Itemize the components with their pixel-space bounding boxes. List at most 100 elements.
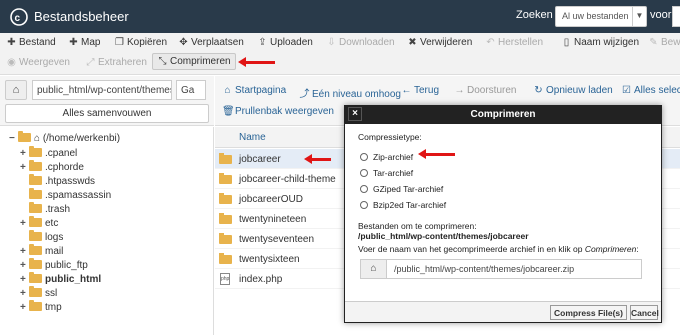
- view-trash-button[interactable]: 🗑Prullenbak weergeven: [222, 106, 334, 117]
- dialog-footer: Compress File(s) Cancel: [345, 301, 661, 322]
- reload-button[interactable]: ↻ Opnieuw laden: [533, 85, 612, 96]
- move-button[interactable]: ✥ Verplaatsen: [178, 37, 244, 48]
- path-input[interactable]: public_html/wp-content/themes/jobcareer: [32, 80, 172, 100]
- radio-tar-label: Tar-archief: [373, 168, 414, 178]
- expand-icon[interactable]: +: [20, 288, 29, 299]
- radio-icon[interactable]: [360, 185, 368, 193]
- folder-icon: [29, 160, 42, 171]
- expand-icon[interactable]: +: [20, 218, 29, 229]
- tree-item-label: public_html: [45, 274, 102, 285]
- tree-root[interactable]: − ⌂ (/home/werkenbi): [9, 131, 121, 147]
- radio-zip[interactable]: Zip-archief: [360, 152, 413, 162]
- tree-item[interactable]: .htpasswds: [29, 174, 96, 190]
- expand-icon[interactable]: +: [20, 260, 29, 271]
- cancel-button[interactable]: Cancel: [630, 305, 659, 320]
- home-icon: ⌂: [361, 260, 387, 278]
- extract-button[interactable]: ⤢ Extraheren: [85, 57, 147, 68]
- radio-bzip2-tar[interactable]: Bzip2ed Tar-archief: [360, 200, 446, 210]
- new-file-button[interactable]: ✚ Bestand: [6, 37, 55, 48]
- collapse-all-button[interactable]: Alles samenvouwen: [5, 104, 209, 123]
- expand-icon[interactable]: +: [20, 274, 29, 285]
- move-label: Verplaatsen: [191, 37, 244, 48]
- compress-button[interactable]: ⤡ Comprimeren: [152, 53, 236, 70]
- radio-icon[interactable]: [360, 169, 368, 177]
- edit-button[interactable]: ✎Bewe: [648, 37, 680, 48]
- search-scope-value: Al uw bestanden: [562, 11, 629, 21]
- up-level-button[interactable]: ⤴ Eén niveau omhoog: [299, 85, 401, 100]
- upload-button[interactable]: ⇪ Uploaden: [257, 37, 313, 48]
- tree-item[interactable]: .spamassassin: [29, 188, 111, 204]
- archive-name-prompt: Voer de naam van het gecomprimeerde arch…: [358, 244, 639, 254]
- expand-icon[interactable]: +: [20, 162, 29, 173]
- expand-icon[interactable]: +: [20, 148, 29, 159]
- copy-button[interactable]: ❐ Kopiëren: [114, 37, 167, 48]
- tree-item-label: .cphorde: [45, 162, 84, 173]
- delete-button[interactable]: ✖ Verwijderen: [407, 37, 472, 48]
- rename-button[interactable]: ▯ Naam wijzigen: [561, 37, 639, 48]
- home-nav-button[interactable]: ⌂ Startpagina: [222, 85, 286, 96]
- folder-icon: [29, 188, 42, 199]
- view-button[interactable]: ◉ Weergeven: [6, 57, 70, 68]
- restore-button[interactable]: ↶ Herstellen: [485, 37, 543, 48]
- name-column-header[interactable]: Name: [239, 132, 266, 143]
- undo-icon: ↶: [486, 37, 495, 48]
- prompt-emphasis: Comprimeren: [584, 244, 637, 254]
- expand-icon[interactable]: +: [20, 302, 29, 313]
- tree-root-label: (/home/werkenbi): [42, 133, 121, 144]
- folder-icon: [29, 174, 42, 185]
- archive-name-value[interactable]: /public_html/wp-content/themes/jobcareer…: [394, 264, 574, 274]
- search-label: Zoeken: [516, 9, 553, 21]
- home-icon: ⌂: [224, 85, 231, 96]
- tree-item-label: .htpasswds: [45, 176, 96, 187]
- folder-icon: [29, 272, 42, 283]
- forward-button[interactable]: → Doorsturen: [454, 85, 517, 96]
- top-bar: c Bestandsbeheer Zoeken Al uw bestanden …: [0, 0, 680, 33]
- radio-gzip-tar[interactable]: GZiped Tar-archief: [360, 184, 443, 194]
- collapse-icon[interactable]: −: [9, 133, 18, 144]
- expand-icon[interactable]: +: [20, 246, 29, 257]
- radio-tar[interactable]: Tar-archief: [360, 168, 413, 178]
- file-name: twentysixteen: [239, 254, 300, 265]
- checkbox-icon: ☑: [622, 85, 631, 96]
- eye-icon: ◉: [7, 57, 16, 68]
- compress-dialog: Comprimeren × Compressietype: Zip-archie…: [344, 105, 662, 323]
- tree-item[interactable]: + ssl: [20, 286, 57, 302]
- download-button[interactable]: ⇩ Downloaden: [326, 37, 394, 48]
- compress-files-button[interactable]: Compress File(s): [550, 305, 627, 320]
- tree-item-label: etc: [45, 218, 59, 229]
- folder-icon: [29, 244, 42, 255]
- select-all-button[interactable]: ☑ Alles selec: [621, 85, 680, 96]
- red-arrow-annotation: [418, 149, 455, 159]
- new-folder-button[interactable]: ✚ Map: [68, 37, 100, 48]
- prompt-text: Voer de naam van het gecomprimeerde arch…: [358, 244, 583, 254]
- move-icon: ✥: [179, 37, 188, 48]
- file-name: twentynineteen: [239, 214, 307, 225]
- close-icon: ✖: [408, 37, 417, 48]
- search-scope-select[interactable]: Al uw bestanden ▼: [555, 6, 647, 27]
- tree-item[interactable]: logs: [29, 230, 64, 246]
- home-icon[interactable]: ⌂: [5, 80, 27, 100]
- select-all-label: Alles selec: [634, 85, 680, 96]
- folder-icon: [219, 173, 232, 184]
- search-input[interactable]: [672, 6, 680, 27]
- refresh-icon: ↻: [534, 85, 543, 96]
- tree-item-label: logs: [45, 232, 64, 243]
- go-button[interactable]: Ga: [176, 80, 206, 100]
- tree-item[interactable]: + etc: [20, 216, 59, 232]
- back-button[interactable]: ← Terug: [401, 85, 440, 96]
- trash-icon: 🗑: [222, 106, 235, 117]
- folder-icon: [219, 193, 232, 204]
- plus-icon: ✚: [7, 37, 16, 48]
- php-file-icon: php: [220, 273, 230, 285]
- folder-icon: [29, 300, 42, 311]
- archive-name-field[interactable]: ⌂ /public_html/wp-content/themes/jobcare…: [360, 259, 642, 279]
- expand-icon: ⤢: [86, 57, 95, 68]
- radio-icon[interactable]: [360, 153, 368, 161]
- tree-item-label: public_ftp: [45, 260, 88, 271]
- close-icon[interactable]: ×: [348, 107, 362, 121]
- tree-item-label: tmp: [45, 302, 62, 313]
- tree-item[interactable]: + mail: [20, 244, 63, 260]
- tree-item[interactable]: .trash: [29, 202, 70, 218]
- radio-icon[interactable]: [360, 201, 368, 209]
- tree-item[interactable]: + tmp: [20, 300, 62, 316]
